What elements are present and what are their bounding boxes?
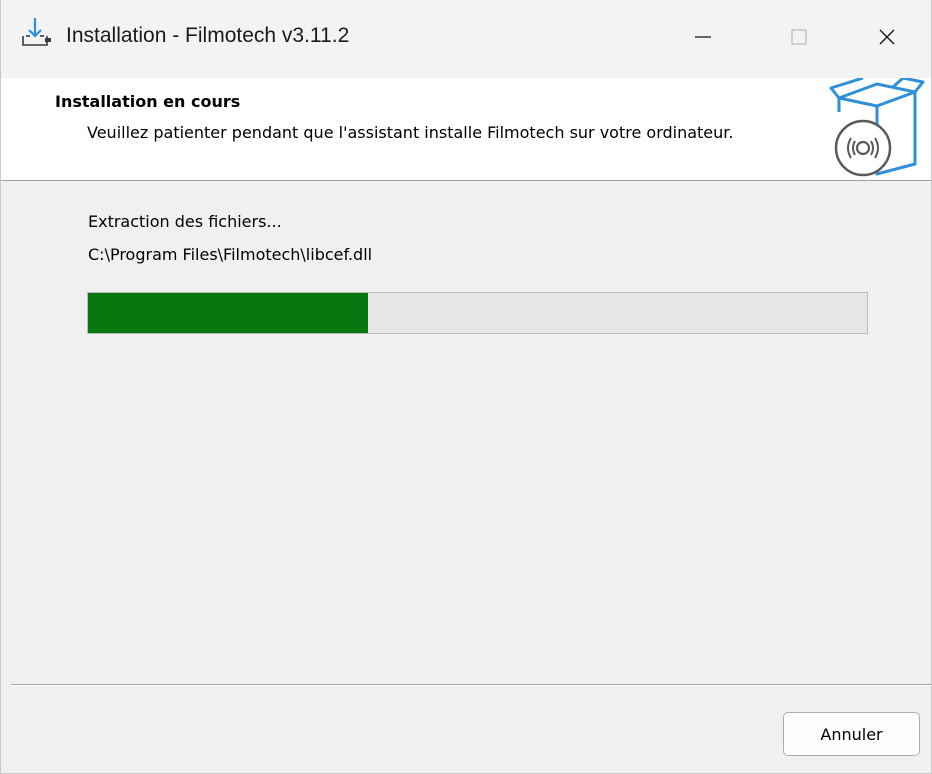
wizard-header: Installation en cours Veuillez patienter… — [1, 76, 931, 181]
page-subheading: Veuillez patienter pendant que l'assista… — [87, 123, 734, 142]
current-file-path: C:\Program Files\Filmotech\libcef.dll — [88, 245, 373, 264]
page-heading: Installation en cours — [55, 92, 241, 111]
progress-bar-fill — [88, 293, 369, 333]
footer-divider — [11, 684, 932, 686]
maximize-button[interactable] — [753, 0, 845, 78]
installer-window: Installation - Filmotech v3.11.2 Install… — [0, 0, 932, 774]
installer-download-icon — [19, 14, 53, 48]
minimize-icon — [693, 27, 713, 51]
software-box-disc-icon — [829, 76, 925, 178]
title-bar[interactable]: Installation - Filmotech v3.11.2 — [1, 0, 931, 78]
close-icon — [877, 27, 897, 51]
window-title: Installation - Filmotech v3.11.2 — [66, 24, 350, 47]
cancel-button[interactable]: Annuler — [783, 712, 920, 756]
minimize-button[interactable] — [657, 0, 749, 78]
status-label: Extraction des fichiers... — [88, 212, 282, 231]
maximize-icon — [789, 27, 809, 51]
progress-bar — [87, 292, 868, 334]
close-button[interactable] — [841, 0, 932, 78]
